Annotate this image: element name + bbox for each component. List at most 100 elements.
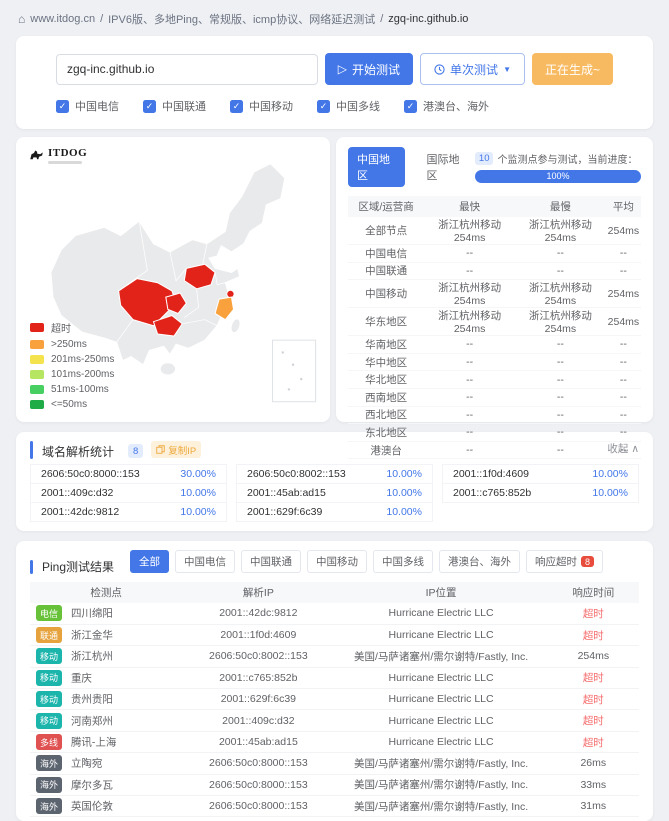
stats-row: 西南地区 -- -- -- — [348, 388, 641, 406]
stats-row: 华中地区 -- -- -- — [348, 353, 641, 371]
stats-avg: -- — [606, 262, 641, 280]
stats-avg: -- — [606, 245, 641, 263]
stats-avg: 254ms — [606, 308, 641, 336]
collapse-button[interactable]: 收起 ∧ — [607, 441, 639, 456]
checkbox-checked-icon: ✓ — [404, 100, 417, 113]
chevron-up-icon: ∧ — [631, 443, 639, 455]
node-name: 重庆 — [71, 672, 92, 684]
stats-slowest: -- — [515, 441, 606, 459]
ping-filter-tab[interactable]: 全部 — [130, 550, 169, 573]
copy-ip-button[interactable]: 复制IP — [151, 441, 201, 458]
response-time: 254ms — [548, 646, 639, 667]
node-name: 腾讯-上海 — [71, 737, 117, 749]
dns-ip-cell: 2001::1f0d:4609 10.00% — [442, 464, 639, 484]
ping-column-header: 解析IP — [182, 582, 334, 603]
stats-column-header: 区域/运营商 — [348, 196, 424, 217]
legend-color-chip — [30, 400, 44, 409]
dns-ip-value: 2001::c765:852b — [453, 487, 531, 499]
stats-row: 西北地区 -- -- -- — [348, 406, 641, 424]
node-name: 四川绵阳 — [71, 608, 113, 620]
resolved-ip: 2606:50c0:8000::153 — [182, 796, 334, 817]
stats-row: 华南地区 -- -- -- — [348, 336, 641, 354]
copy-icon — [156, 445, 165, 454]
stats-fastest: 浙江杭州移动 254ms — [424, 280, 515, 308]
node-name: 河南郑州 — [71, 715, 113, 727]
ip-location: Hurricane Electric LLC — [335, 667, 548, 688]
chevron-down-icon: ▼ — [503, 65, 511, 74]
ping-filter-tab[interactable]: 中国电信 — [175, 550, 235, 573]
south-sea-inset — [273, 340, 316, 402]
ping-row: 电信 四川绵阳 2001::42dc:9812 Hurricane Electr… — [30, 603, 639, 624]
breadcrumb-site[interactable]: www.itdog.cn — [30, 13, 95, 25]
stats-region: 东北地区 — [348, 424, 424, 442]
ping-column-header: 响应时间 — [548, 582, 639, 603]
stats-row: 华东地区 浙江杭州移动 254ms 浙江杭州移动 254ms 254ms — [348, 308, 641, 336]
carrier-checkbox[interactable]: ✓ 中国移动 — [230, 98, 293, 114]
node-count-badge: 10 — [475, 152, 494, 165]
ping-filter-tab[interactable]: 港澳台、海外 — [439, 550, 520, 573]
map-legend: 超时 >250ms 201ms-250ms 101ms-200ms — [30, 316, 114, 410]
ping-filter-tab[interactable]: 中国移动 — [307, 550, 367, 573]
dns-ip-value: 2606:50c0:8000::153 — [41, 468, 140, 480]
stats-slowest: -- — [515, 388, 606, 406]
start-test-button[interactable]: ▷ 开始测试 — [325, 53, 413, 85]
stats-row: 全部节点 浙江杭州移动 254ms 浙江杭州移动 254ms 254ms — [348, 217, 641, 245]
dns-ip-cell: 2001::42dc:9812 10.00% — [30, 502, 227, 522]
dns-ip-percent: 10.00% — [592, 468, 628, 480]
resolved-ip: 2606:50c0:8000::153 — [182, 774, 334, 795]
stats-fastest: 浙江杭州移动 254ms — [424, 308, 515, 336]
ping-row: 移动 贵州贵阳 2001::629f:6c39 Hurricane Electr… — [30, 689, 639, 710]
resolved-ip: 2606:50c0:8002::153 — [182, 646, 334, 667]
region-tab[interactable]: 国际地区 — [417, 147, 474, 187]
dns-ip-percent: 10.00% — [386, 468, 422, 480]
stats-fastest: -- — [424, 388, 515, 406]
ping-filter-tab[interactable]: 中国联通 — [241, 550, 301, 573]
stats-slowest: -- — [515, 262, 606, 280]
resolved-ip: 2606:50c0:8000::153 — [182, 753, 334, 774]
ping-row: 海外 摩尔多瓦 2606:50c0:8000::153 美国/马萨诸塞州/需尔谢… — [30, 774, 639, 795]
itdog-logo: ITDOG — [29, 147, 87, 164]
response-time: 31ms — [548, 796, 639, 817]
stats-region: 全部节点 — [348, 217, 424, 245]
stats-slowest: -- — [515, 245, 606, 263]
dns-ip-cell: 2001::409c:d32 10.00% — [30, 483, 227, 503]
response-time: 超时 — [548, 731, 639, 752]
dns-ip-percent: 10.00% — [180, 487, 216, 499]
generating-button[interactable]: 正在生成~ — [532, 53, 613, 85]
carrier-badge: 移动 — [36, 670, 62, 686]
carrier-checkbox[interactable]: ✓ 中国电信 — [56, 98, 119, 114]
region-shanghai[interactable] — [227, 290, 234, 297]
host-input[interactable] — [56, 54, 318, 85]
home-icon[interactable]: ⌂ — [18, 12, 25, 26]
single-test-dropdown[interactable]: 单次测试 ▼ — [420, 53, 525, 85]
dns-ip-value: 2606:50c0:8002::153 — [247, 468, 346, 480]
ping-column-header: IP位置 — [335, 582, 548, 603]
stats-fastest: -- — [424, 245, 515, 263]
dns-count-badge: 8 — [128, 444, 143, 458]
ping-row: 移动 重庆 2001::c765:852b Hurricane Electric… — [30, 667, 639, 688]
stats-region: 华南地区 — [348, 336, 424, 354]
title-accent-bar — [30, 560, 33, 574]
carrier-checkbox[interactable]: ✓ 中国联通 — [143, 98, 206, 114]
stats-region: 中国电信 — [348, 245, 424, 263]
dns-ip-grid: 2606:50c0:8000::153 30.00% 2606:50c0:800… — [30, 465, 639, 522]
resolved-ip: 2001::1f0d:4609 — [182, 624, 334, 645]
ping-row: 联通 浙江金华 2001::1f0d:4609 Hurricane Electr… — [30, 624, 639, 645]
ping-filter-tab[interactable]: 中国多线 — [373, 550, 433, 573]
carrier-checkbox[interactable]: ✓ 港澳台、海外 — [404, 98, 489, 114]
node-name: 英国伦敦 — [71, 801, 113, 813]
logo-tagline — [48, 161, 82, 164]
checkbox-checked-icon: ✓ — [317, 100, 330, 113]
carrier-checkbox[interactable]: ✓ 中国多线 — [317, 98, 380, 114]
region-tab[interactable]: 中国地区 — [348, 147, 405, 187]
ping-filter-tab[interactable]: 响应超时 8 — [526, 550, 603, 573]
dns-ip-value: 2001::42dc:9812 — [41, 506, 119, 518]
stats-avg: -- — [606, 371, 641, 389]
stats-column-header: 最快 — [424, 196, 515, 217]
stats-region: 西南地区 — [348, 388, 424, 406]
stats-row: 中国联通 -- -- -- — [348, 262, 641, 280]
stats-fastest: -- — [424, 353, 515, 371]
resolved-ip: 2001::45ab:ad15 — [182, 731, 334, 752]
ping-row: 海外 立陶宛 2606:50c0:8000::153 美国/马萨诸塞州/需尔谢特… — [30, 753, 639, 774]
timeout-count-badge: 8 — [581, 556, 594, 567]
